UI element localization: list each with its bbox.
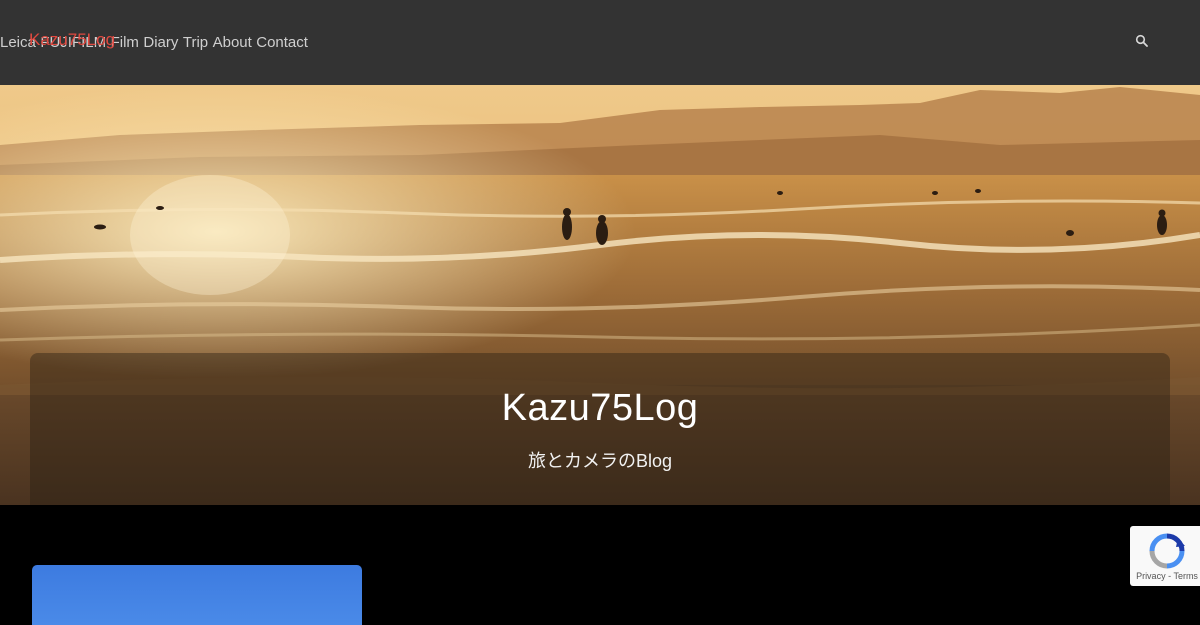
recaptcha-privacy-link[interactable]: Privacy [1136,571,1166,581]
site-logo[interactable]: Kazu75Log [29,30,115,50]
recaptcha-separator: - [1168,571,1172,581]
recaptcha-icon [1148,532,1186,570]
nav-item-about[interactable]: About [213,34,252,51]
hero-title-panel: Kazu75Log 旅とカメラのBlog [30,353,1170,505]
recaptcha-links: Privacy - Terms [1130,571,1200,581]
hero-title: Kazu75Log [501,387,699,429]
nav-item-contact[interactable]: Contact [256,34,308,51]
recaptcha-terms-link[interactable]: Terms [1173,571,1198,581]
main-content [0,505,1200,625]
search-icon[interactable] [1135,34,1149,48]
nav-item-diary[interactable]: Diary [143,34,178,51]
hero-subtitle: 旅とカメラのBlog [527,451,673,471]
hero-banner: Kazu75Log 旅とカメラのBlog [0,85,1200,505]
site-header: Kazu75Log Leica FUJIFILM Film Diary Trip… [0,0,1200,85]
nav-item-trip[interactable]: Trip [183,34,208,51]
post-card-thumbnail[interactable] [32,565,362,625]
recaptcha-badge[interactable]: Privacy - Terms [1130,526,1200,586]
